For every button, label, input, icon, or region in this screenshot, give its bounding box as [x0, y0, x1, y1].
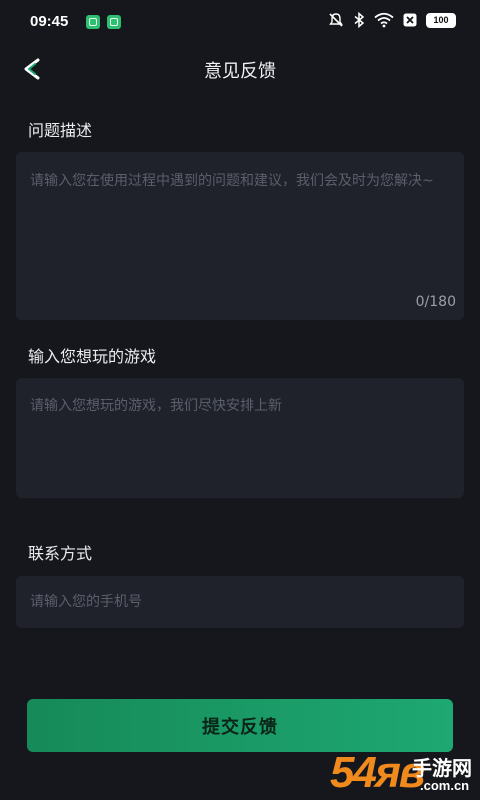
header: 意见反馈 — [0, 44, 480, 94]
watermark-number: 54яв — [330, 748, 425, 797]
problem-description-placeholder: 请输入您在使用过程中遇到的问题和建议，我们会及时为您解决~ — [30, 173, 434, 189]
mute-icon — [329, 13, 343, 27]
status-bar: 09:45 100 — [0, 0, 480, 44]
submit-feedback-label: 提交反馈 — [202, 716, 278, 738]
contact-label: 联系方式 — [28, 544, 93, 563]
phone-input-placeholder: 请输入您的手机号 — [30, 594, 142, 610]
submit-feedback-button[interactable]: 提交反馈 — [27, 699, 453, 752]
wifi-icon — [374, 12, 394, 28]
app-notification-icon — [107, 15, 121, 29]
sim-off-icon — [403, 13, 417, 27]
character-counter: 0/180 — [415, 294, 456, 310]
bluetooth-icon — [354, 12, 365, 28]
page-title: 意见反馈 — [204, 61, 276, 82]
phone-input[interactable]: 请输入您的手机号 — [16, 576, 464, 628]
wanted-game-placeholder: 请输入您想玩的游戏，我们尽快安排上新 — [30, 398, 282, 414]
status-icons: 100 — [328, 12, 456, 28]
status-time: 09:45 — [30, 13, 69, 30]
problem-description-label: 问题描述 — [28, 121, 93, 140]
watermark-logo: 54яв 手游网 .com.cn — [330, 748, 480, 800]
watermark-name: 手游网 — [412, 756, 472, 780]
battery-icon: 100 — [426, 12, 456, 28]
app-notification-icon — [86, 15, 100, 29]
wanted-game-label: 输入您想玩的游戏 — [28, 347, 157, 366]
watermark-domain: .com.cn — [420, 778, 470, 793]
wanted-game-field[interactable]: 请输入您想玩的游戏，我们尽快安排上新 — [16, 378, 464, 498]
problem-description-field[interactable]: 请输入您在使用过程中遇到的问题和建议，我们会及时为您解决~ 0/180 — [16, 152, 464, 320]
